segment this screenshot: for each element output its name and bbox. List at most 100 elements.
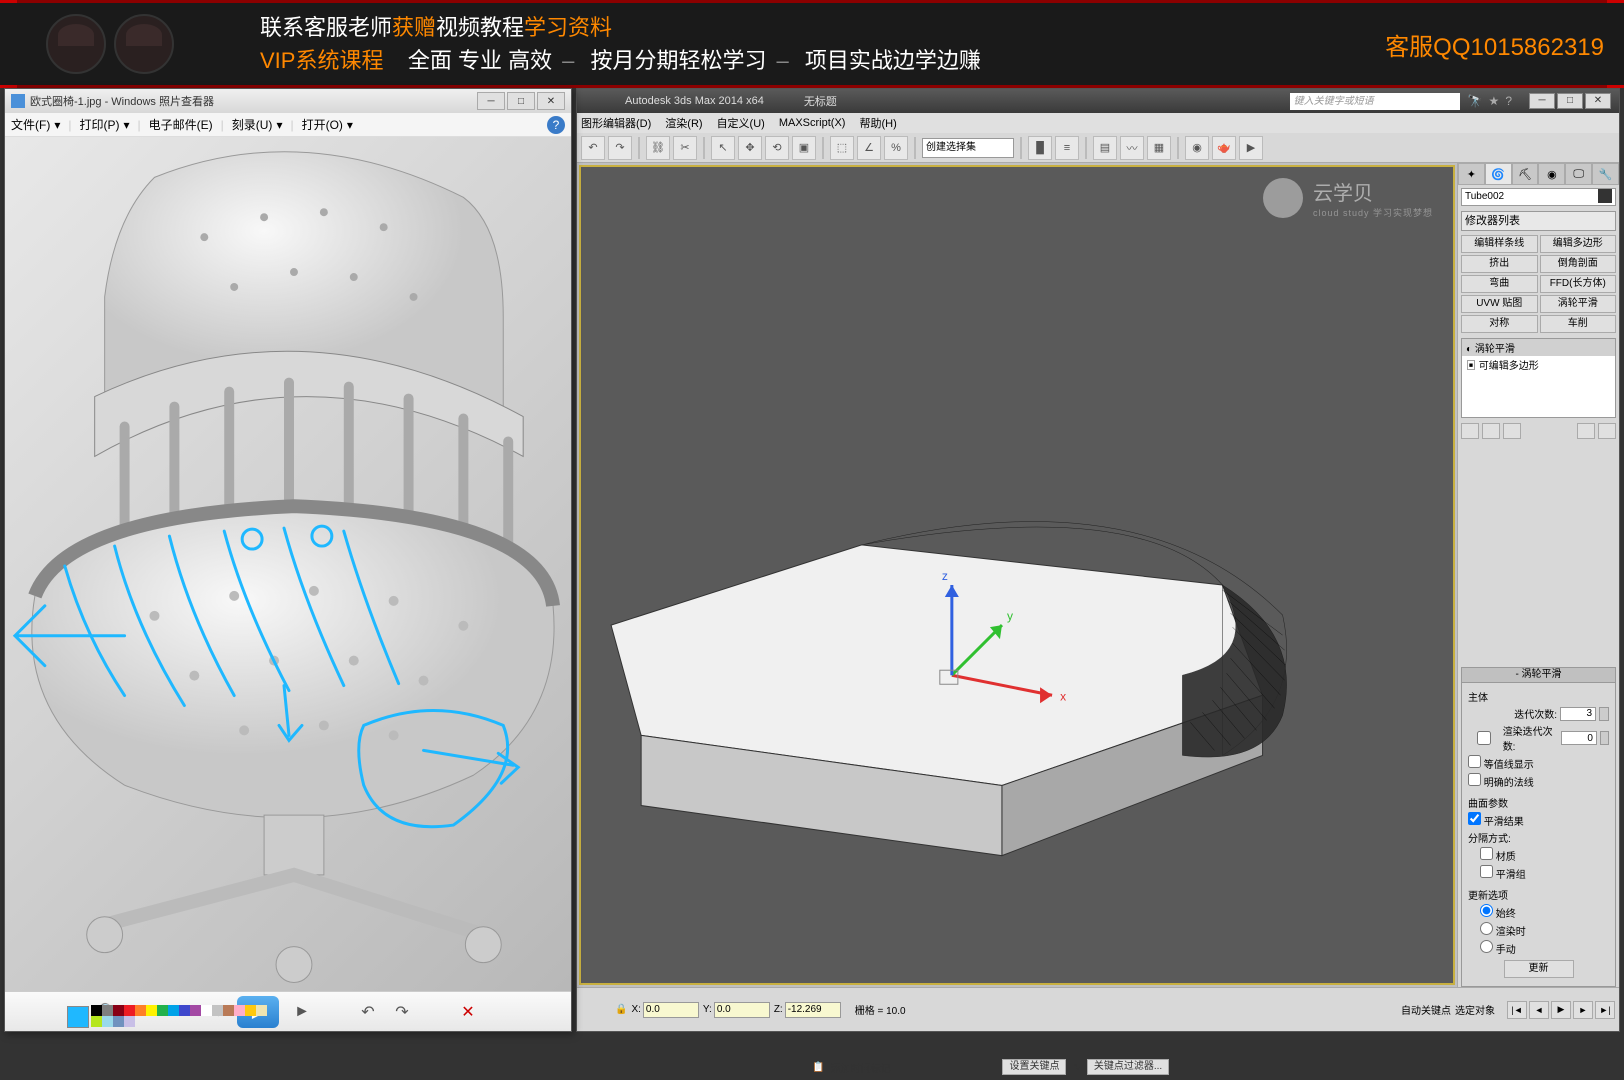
menu-item[interactable]: 自定义(U): [717, 115, 765, 131]
menu-item[interactable]: 渲染(R): [665, 115, 702, 131]
remove-icon[interactable]: [1577, 423, 1595, 439]
maximize-button[interactable]: □: [507, 92, 535, 110]
configure-icon[interactable]: [1598, 423, 1616, 439]
coord-x-input[interactable]: [643, 1002, 699, 1018]
update-button[interactable]: 更新: [1504, 960, 1574, 978]
palette-swatch[interactable]: [245, 1005, 256, 1016]
next-frame-icon[interactable]: ►: [1573, 1001, 1593, 1019]
percent-snap-icon[interactable]: %: [884, 136, 908, 160]
update-manual-radio[interactable]: [1480, 940, 1493, 953]
current-color-swatch[interactable]: [67, 1006, 89, 1028]
lock-icon[interactable]: 🔒: [615, 1004, 627, 1015]
angle-snap-icon[interactable]: ∠: [857, 136, 881, 160]
minimize-button[interactable]: ─: [477, 92, 505, 110]
palette-swatch[interactable]: [113, 1016, 124, 1027]
palette-swatch[interactable]: [124, 1005, 135, 1016]
palette-swatch[interactable]: [212, 1005, 223, 1016]
rotate-ccw-icon[interactable]: ↶: [357, 1001, 379, 1023]
create-tab[interactable]: ✦: [1458, 163, 1485, 185]
color-swatch[interactable]: [1598, 189, 1612, 203]
modifier-button[interactable]: 编辑多边形: [1540, 235, 1617, 253]
redo-icon[interactable]: ↷: [608, 136, 632, 160]
render-setup-icon[interactable]: 🫖: [1212, 136, 1236, 160]
keymode-dropdown[interactable]: 选定对象: [1455, 1002, 1495, 1017]
snap-icon[interactable]: ⬚: [830, 136, 854, 160]
isoline-checkbox[interactable]: [1468, 755, 1481, 768]
hierarchy-tab[interactable]: ⛏: [1512, 163, 1539, 185]
binoculars-icon[interactable]: 🔭: [1468, 94, 1483, 108]
autokey-button[interactable]: 自动关键点: [1401, 1002, 1451, 1017]
menu-item[interactable]: 图形编辑器(D): [581, 115, 651, 131]
update-render-radio[interactable]: [1480, 922, 1493, 935]
select-icon[interactable]: ↖: [711, 136, 735, 160]
pv-image-canvas[interactable]: [5, 137, 571, 991]
goto-start-icon[interactable]: |◄: [1507, 1001, 1527, 1019]
modifier-button[interactable]: FFD(长方体): [1540, 275, 1617, 293]
utilities-tab[interactable]: 🔧: [1592, 163, 1619, 185]
search-input[interactable]: 键入关键字或短语: [1290, 93, 1460, 110]
help-icon[interactable]: ?: [1505, 94, 1512, 108]
prev-frame-icon[interactable]: ◄: [1529, 1001, 1549, 1019]
palette-swatch[interactable]: [146, 1005, 157, 1016]
spinner-icon[interactable]: [1600, 731, 1609, 745]
link-icon[interactable]: ⛓: [646, 136, 670, 160]
palette-swatch[interactable]: [256, 1005, 267, 1016]
spinner-icon[interactable]: [1599, 707, 1609, 721]
rotate-icon[interactable]: ⟲: [765, 136, 789, 160]
palette-swatch[interactable]: [201, 1005, 212, 1016]
render-icon[interactable]: ▶: [1239, 136, 1263, 160]
coord-y-input[interactable]: [714, 1002, 770, 1018]
modify-tab[interactable]: 🌀: [1485, 163, 1512, 185]
material-checkbox[interactable]: [1480, 847, 1493, 860]
material-icon[interactable]: ◉: [1185, 136, 1209, 160]
align-icon[interactable]: ≡: [1055, 136, 1079, 160]
next-icon[interactable]: ►: [291, 1001, 313, 1023]
palette-swatch[interactable]: [102, 1005, 113, 1016]
smooth-result-checkbox[interactable]: [1468, 812, 1481, 825]
maximize-button[interactable]: □: [1557, 93, 1583, 109]
smoothgroup-checkbox[interactable]: [1480, 865, 1493, 878]
palette-swatch[interactable]: [102, 1016, 113, 1027]
coord-z-input[interactable]: [785, 1002, 841, 1018]
display-tab[interactable]: 🖵: [1565, 163, 1592, 185]
modifier-list-dropdown[interactable]: 修改器列表: [1461, 211, 1616, 231]
add-marker-label[interactable]: 添加时间标记: [830, 1060, 890, 1075]
palette-swatch[interactable]: [157, 1005, 168, 1016]
rotate-cw-icon[interactable]: ↷: [391, 1001, 413, 1023]
curve-editor-icon[interactable]: 〰: [1120, 136, 1144, 160]
modifier-button[interactable]: UVW 贴图: [1461, 295, 1538, 313]
color-palette[interactable]: [91, 1005, 271, 1027]
menu-burn[interactable]: 刻录(U): [232, 116, 273, 133]
minimize-button[interactable]: ─: [1529, 93, 1555, 109]
modifier-button[interactable]: 弯曲: [1461, 275, 1538, 293]
menu-item[interactable]: 帮助(H): [859, 115, 896, 131]
selection-set-dropdown[interactable]: 创建选择集: [922, 138, 1014, 158]
palette-swatch[interactable]: [135, 1005, 146, 1016]
modifier-button[interactable]: 对称: [1461, 315, 1538, 333]
normals-checkbox[interactable]: [1468, 773, 1481, 786]
object-name-field[interactable]: Tube002: [1461, 188, 1616, 206]
keyfilter-button[interactable]: 关键点过滤器...: [1087, 1059, 1169, 1075]
close-button[interactable]: ✕: [537, 92, 565, 110]
menu-print[interactable]: 打印(P): [79, 116, 119, 133]
pin-icon[interactable]: [1461, 423, 1479, 439]
max-titlebar[interactable]: Autodesk 3ds Max 2014 x64 无标题 键入关键字或短语 🔭…: [577, 89, 1619, 113]
layers-icon[interactable]: ▤: [1093, 136, 1117, 160]
palette-swatch[interactable]: [234, 1005, 245, 1016]
move-icon[interactable]: ✥: [738, 136, 762, 160]
menu-file[interactable]: 文件(F): [11, 116, 50, 133]
update-always-radio[interactable]: [1480, 904, 1493, 917]
star-icon[interactable]: ★: [1489, 94, 1500, 108]
render-iter-input[interactable]: [1561, 731, 1597, 745]
palette-swatch[interactable]: [124, 1016, 135, 1027]
close-button[interactable]: ✕: [1585, 93, 1611, 109]
menu-item[interactable]: MAXScript(X): [779, 117, 846, 129]
pv-titlebar[interactable]: 欧式圈椅-1.jpg - Windows 照片查看器 ─ □ ✕: [5, 89, 571, 113]
undo-icon[interactable]: ↶: [581, 136, 605, 160]
schematic-icon[interactable]: ▦: [1147, 136, 1171, 160]
unique-icon[interactable]: [1503, 423, 1521, 439]
menu-email[interactable]: 电子邮件(E): [149, 116, 213, 133]
iterations-input[interactable]: [1560, 707, 1596, 721]
palette-swatch[interactable]: [179, 1005, 190, 1016]
unlink-icon[interactable]: ✂: [673, 136, 697, 160]
